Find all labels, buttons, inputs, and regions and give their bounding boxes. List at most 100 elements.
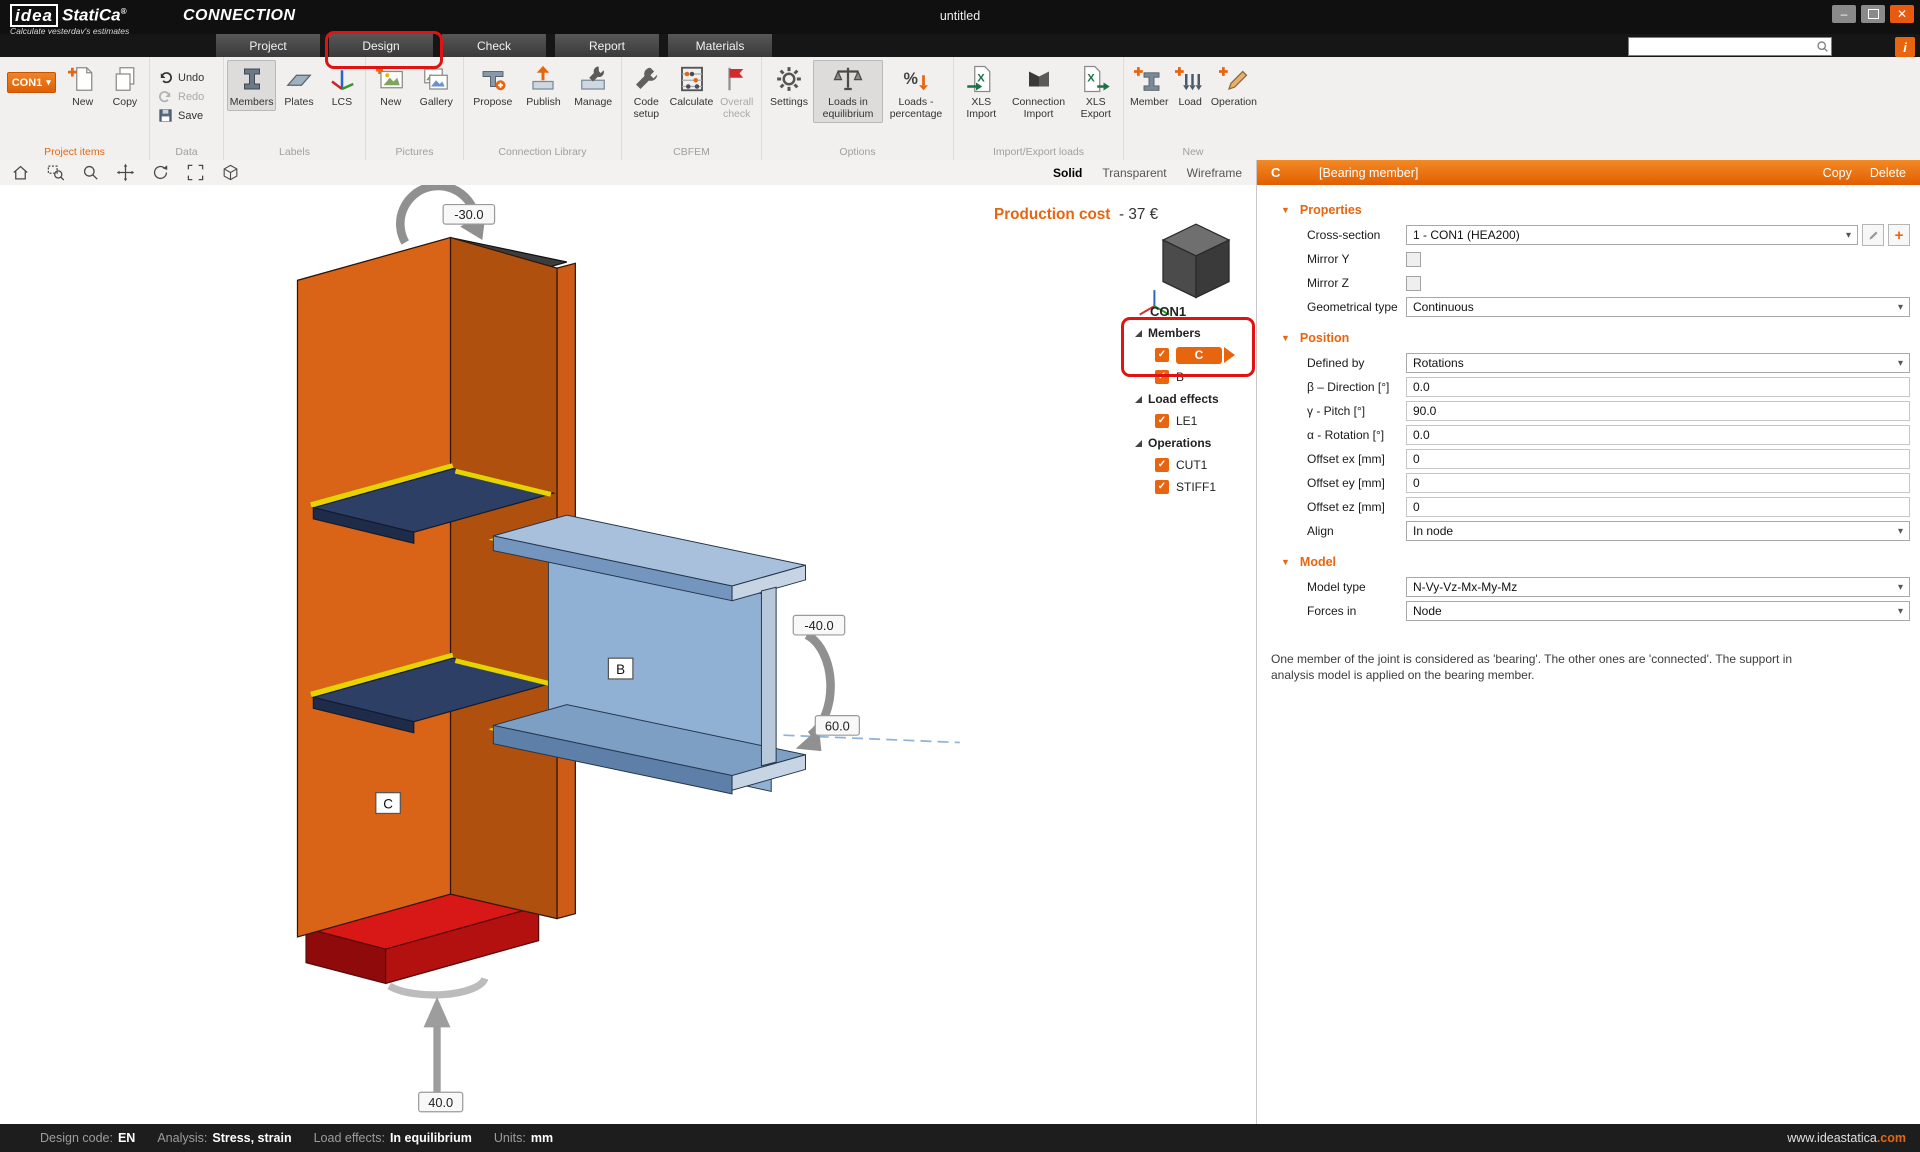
mirror-z-checkbox[interactable] [1406,276,1421,291]
edit-cross-section-button[interactable] [1862,224,1884,246]
rotate-view-icon[interactable] [148,163,172,183]
tree-group-operations[interactable]: Operations [1148,436,1211,450]
lcs-axes-icon [327,64,357,94]
xls-export-button[interactable]: X XLS Export [1071,60,1120,123]
loads-in-equilibrium-button[interactable]: Loads in equilibrium [813,60,883,123]
settings-button[interactable]: Settings [765,60,813,111]
checkbox-cut1[interactable]: ✓ [1155,458,1169,472]
section-position[interactable]: ▼ Position [1257,325,1920,351]
flag-icon [722,64,752,94]
close-button[interactable]: ✕ [1890,5,1914,23]
render-mode-solid[interactable]: Solid [1053,166,1082,180]
tab-project[interactable]: Project [216,34,320,57]
redo-button[interactable]: Redo [153,87,209,106]
column-member-c[interactable] [297,238,575,937]
3d-scene[interactable]: -30.0 -40.0 60.0 40.0 B [0,185,1256,1124]
offset-ey-input[interactable]: 0 [1406,473,1910,493]
new-member-button[interactable]: Member [1127,60,1171,111]
tree-root-con1[interactable]: CON1 [1150,304,1186,319]
plates-label-icon [284,64,314,94]
lcs-labels-button[interactable]: LCS [322,60,362,111]
model-type-select[interactable]: N-Vy-Vz-Mx-My-Mz▾ [1406,577,1910,597]
section-properties[interactable]: ▼ Properties [1257,197,1920,223]
defined-by-select[interactable]: Rotations▾ [1406,353,1910,373]
new-project-item-button[interactable]: New [62,60,104,111]
checkbox-member-b[interactable]: ✓ [1155,370,1169,384]
pencil-icon [1867,229,1880,242]
loads-percentage-button[interactable]: % Loads - percentage [883,60,949,123]
collapse-triangle-icon[interactable] [1135,396,1142,403]
gallery-button[interactable]: Gallery [413,60,460,111]
gamma-pitch-input[interactable]: 90.0 [1406,401,1910,421]
new-operation-button[interactable]: Operation [1209,60,1259,111]
xls-import-button[interactable]: X XLS Import [957,60,1006,123]
copy-project-item-button[interactable]: Copy [104,60,146,111]
tab-check[interactable]: Check [442,34,546,57]
tree-group-load-effects[interactable]: Load effects [1148,392,1219,406]
render-mode-wireframe[interactable]: Wireframe [1187,166,1242,180]
copy-member-button[interactable]: Copy [1823,166,1852,180]
geometrical-type-select[interactable]: Continuous▾ [1406,297,1910,317]
tree-item-cut1[interactable]: CUT1 [1176,458,1207,472]
tab-materials[interactable]: Materials [668,34,772,57]
collapse-triangle-icon[interactable] [1135,440,1142,447]
info-button[interactable]: i [1895,37,1915,57]
operation-plus-icon [1219,64,1249,94]
search-input[interactable] [1629,41,1816,53]
ribbon-group-label: CBFEM [622,146,761,158]
zoom-fit-icon[interactable] [183,163,207,183]
abacus-icon [677,64,707,94]
beta-direction-input[interactable]: 0.0 [1406,377,1910,397]
overall-check-button[interactable]: Overall check [715,60,758,123]
save-button[interactable]: Save [153,106,209,125]
checkbox-le1[interactable]: ✓ [1155,414,1169,428]
offset-ex-input[interactable]: 0 [1406,449,1910,469]
ribbon-group-connection-library: Propose Publish Manage Connection Librar… [464,57,622,160]
calculate-button[interactable]: Calculate [668,60,716,111]
render-mode-transparent[interactable]: Transparent [1102,166,1166,180]
pan-icon[interactable] [113,163,137,183]
checkbox-member-c[interactable]: ✓ [1155,348,1169,362]
tree-item-stiff1[interactable]: STIFF1 [1176,480,1216,494]
align-label: Align [1257,524,1406,538]
new-picture-button[interactable]: New [369,60,413,111]
chevron-down-icon: ▾ [1898,358,1903,369]
add-cross-section-button[interactable]: + [1888,224,1910,246]
connection-import-button[interactable]: Connection Import [1006,60,1072,123]
perspective-cube-icon[interactable] [218,163,242,183]
manage-button[interactable]: Manage [568,60,618,111]
mirror-y-checkbox[interactable] [1406,252,1421,267]
collapse-triangle-icon[interactable] [1135,330,1142,337]
cross-section-select[interactable]: 1 - CON1 (HEA200)▾ [1406,225,1858,245]
minimize-button[interactable]: – [1832,5,1856,23]
checkbox-stiff1[interactable]: ✓ [1155,480,1169,494]
tree-item-le1[interactable]: LE1 [1176,414,1197,428]
website-link[interactable]: www.ideastatica.com [1787,1131,1906,1145]
offset-ez-input[interactable]: 0 [1406,497,1910,517]
tab-report[interactable]: Report [555,34,659,57]
delete-member-button[interactable]: Delete [1870,166,1906,180]
align-select[interactable]: In node▾ [1406,521,1910,541]
undo-button[interactable]: Undo [153,68,209,87]
home-view-icon[interactable] [8,163,32,183]
alpha-rotation-label: α - Rotation [°] [1257,428,1406,442]
code-setup-button[interactable]: Code setup [625,60,668,123]
new-load-button[interactable]: Load [1171,60,1208,111]
tree-item-member-c[interactable]: C [1176,347,1222,364]
propose-button[interactable]: Propose [467,60,519,111]
alpha-rotation-input[interactable]: 0.0 [1406,425,1910,445]
project-item-selector[interactable]: CON1▾ [7,72,56,93]
zoom-window-icon[interactable] [43,163,67,183]
publish-button[interactable]: Publish [519,60,569,111]
maximize-button[interactable] [1861,5,1885,23]
tree-item-member-b[interactable]: B [1176,370,1184,384]
members-labels-button[interactable]: Members [227,60,276,111]
section-model[interactable]: ▼ Model [1257,549,1920,575]
units-label: Units: [494,1131,526,1145]
search-icon[interactable] [1816,40,1829,53]
tab-design[interactable]: Design [329,34,433,57]
plates-labels-button[interactable]: Plates [276,60,322,111]
tree-group-members[interactable]: Members [1148,326,1201,340]
forces-in-select[interactable]: Node▾ [1406,601,1910,621]
zoom-icon[interactable] [78,163,102,183]
